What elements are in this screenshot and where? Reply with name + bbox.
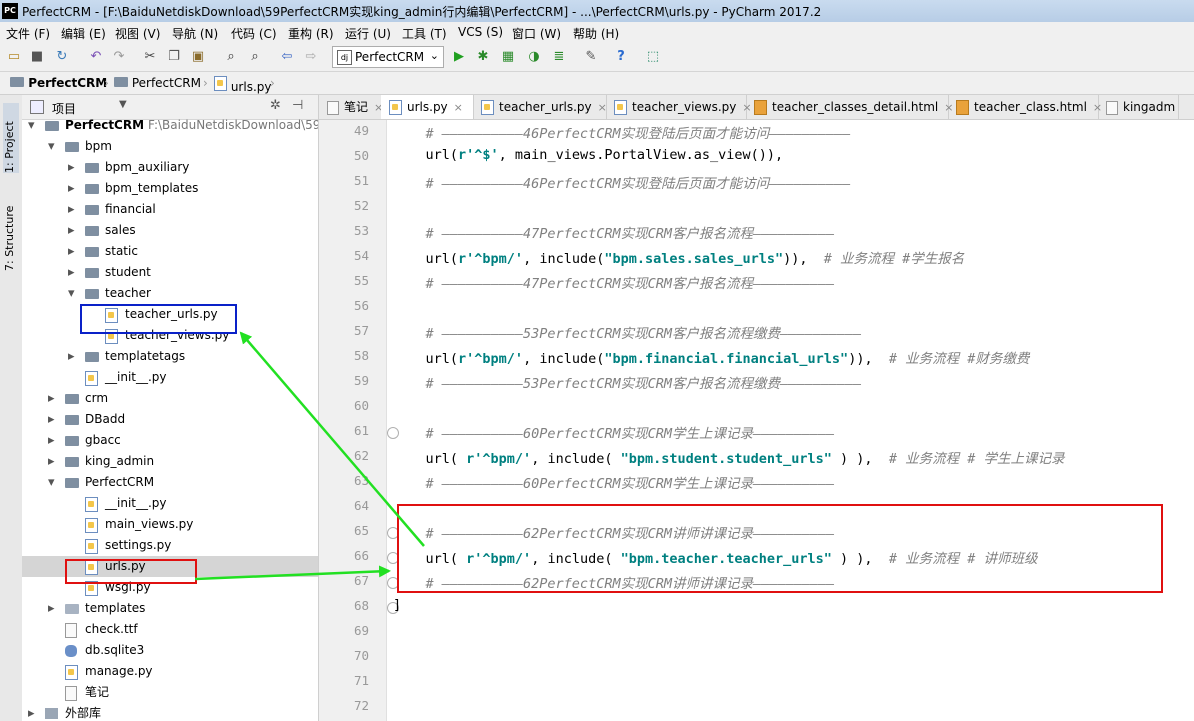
annotation-arrows <box>194 331 425 581</box>
arrow-urls-to-code <box>194 565 391 581</box>
arrow-code-to-teacher-urls <box>239 331 425 547</box>
